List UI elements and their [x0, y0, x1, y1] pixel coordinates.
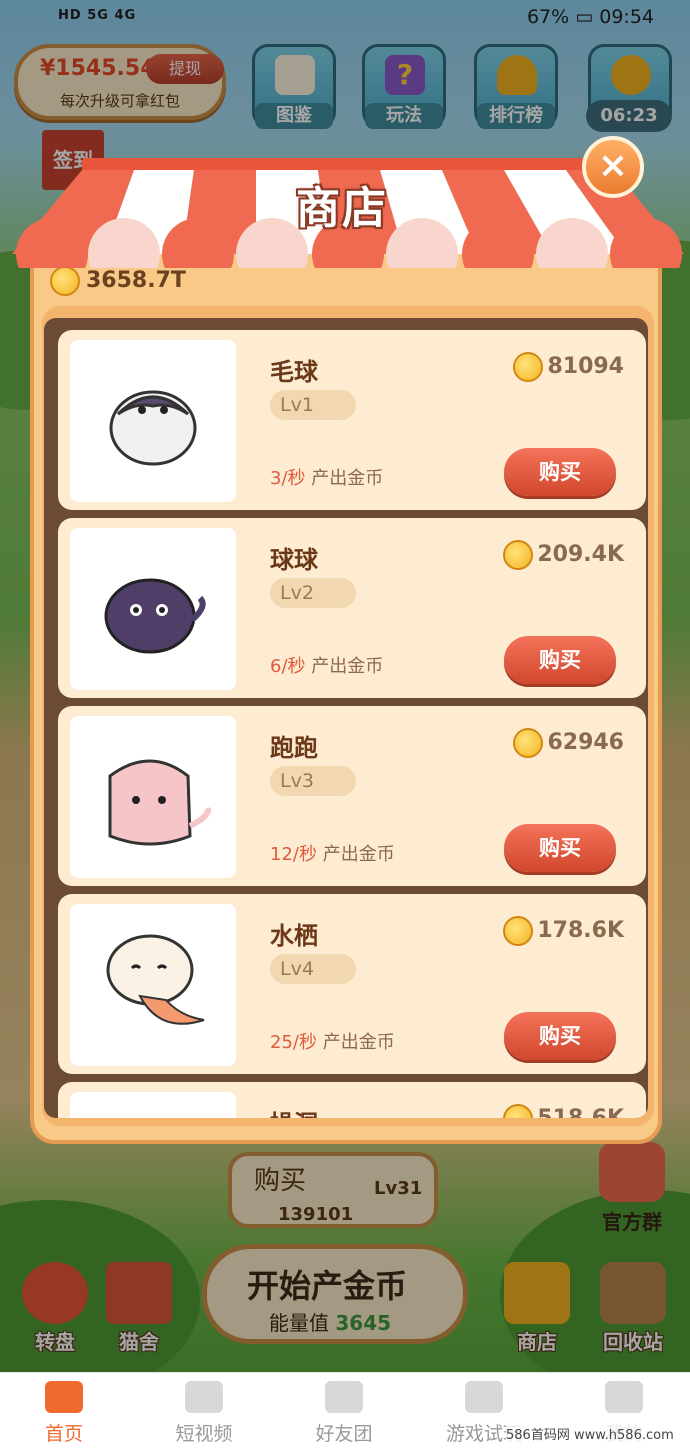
item-level: Lv1 — [270, 390, 356, 420]
item-name: 水栖 — [270, 922, 318, 950]
item-level: Lv2 — [270, 578, 356, 608]
cat-thumbnail — [70, 340, 236, 502]
coin-icon — [503, 916, 534, 946]
tab-home-label: 首页 — [44, 1423, 83, 1445]
castle-icon — [45, 1381, 83, 1413]
item-level: Lv4 — [270, 954, 356, 984]
cat-thumbnail — [70, 528, 236, 690]
rate-value: 12/秒 — [270, 844, 317, 865]
coin-icon — [503, 1104, 534, 1118]
coin-icon — [513, 352, 544, 382]
buy-button[interactable]: 购买 — [504, 636, 616, 684]
item-rate: 25/秒 产出金币 — [270, 1028, 395, 1054]
item-level: Lv3 — [270, 766, 356, 796]
tab-friends-label: 好友团 — [315, 1423, 373, 1445]
shop-item: 操洞 518.6K — [58, 1082, 646, 1118]
rate-value: 25/秒 — [270, 1032, 317, 1053]
shop-modal: 3658.7T 毛球 Lv1 3/秒 产出金币 81094 购买 球球 Lv2 … — [30, 228, 662, 1144]
buy-button[interactable]: 购买 — [504, 1012, 616, 1060]
price-value: 178.6K — [537, 918, 624, 943]
shop-item: 球球 Lv2 6/秒 产出金币 209.4K 购买 — [58, 518, 646, 698]
price-value: 518.6K — [537, 1106, 624, 1118]
rate-value: 3/秒 — [270, 468, 306, 489]
price-value: 209.4K — [537, 542, 624, 567]
video-camera-icon — [185, 1381, 223, 1413]
buy-button[interactable]: 购买 — [504, 448, 616, 496]
rate-suffix: 产出金币 — [322, 1032, 395, 1053]
item-name: 球球 — [270, 546, 318, 574]
item-rate: 3/秒 产出金币 — [270, 464, 383, 490]
mermaid-cat-image — [106, 934, 205, 1025]
shop-item: 跑跑 Lv3 12/秒 产出金币 62946 购买 — [58, 706, 646, 886]
close-icon[interactable]: × — [582, 136, 644, 198]
shop-item: 毛球 Lv1 3/秒 产出金币 81094 购买 — [58, 330, 646, 510]
watermark: 586首码网 www.h586.com — [506, 1424, 674, 1443]
item-price: 518.6K — [503, 1104, 624, 1118]
rate-suffix: 产出金币 — [322, 844, 395, 865]
item-rate: 6/秒 产出金币 — [270, 652, 383, 678]
price-value: 81094 — [547, 354, 624, 379]
tab-videos-label: 短视频 — [175, 1423, 233, 1445]
tab-friends[interactable]: 好友团 — [294, 1381, 394, 1446]
item-price: 62946 — [513, 728, 624, 758]
item-price: 81094 — [513, 352, 624, 382]
gamepad-icon — [465, 1381, 503, 1413]
shop-list[interactable]: 毛球 Lv1 3/秒 产出金币 81094 购买 球球 Lv2 6/秒 产出金币… — [44, 318, 648, 1118]
item-name: 毛球 — [270, 358, 318, 386]
coin-icon — [503, 540, 534, 570]
rate-suffix: 产出金币 — [311, 468, 384, 489]
tab-videos[interactable]: 短视频 — [154, 1381, 254, 1446]
cat-thumbnail — [70, 1092, 236, 1118]
item-rate: 12/秒 产出金币 — [270, 840, 395, 866]
rate-suffix: 产出金币 — [311, 656, 384, 677]
coin-icon — [50, 266, 80, 296]
rate-value: 6/秒 — [270, 656, 306, 677]
egg-cat-image — [109, 390, 197, 466]
shop-title: 商店 — [296, 183, 388, 234]
cat-thumbnail — [70, 904, 236, 1066]
buy-button[interactable]: 购买 — [504, 824, 616, 872]
pink-cat-image — [108, 759, 212, 846]
purple-cat-image — [104, 578, 206, 654]
coin-total: 3658.7T — [50, 266, 186, 296]
shop-item: 水栖 Lv4 25/秒 产出金币 178.6K 购买 — [58, 894, 646, 1074]
cat-face-icon — [605, 1381, 643, 1413]
price-value: 62946 — [547, 730, 624, 755]
cat-thumbnail — [70, 716, 236, 878]
item-price: 209.4K — [503, 540, 624, 570]
paw-icon — [325, 1381, 363, 1413]
item-name: 操洞 — [270, 1104, 318, 1118]
coin-total-value: 3658.7T — [86, 268, 186, 293]
item-price: 178.6K — [503, 916, 624, 946]
item-name: 跑跑 — [270, 734, 318, 762]
coin-icon — [513, 728, 544, 758]
tab-home[interactable]: 首页 — [14, 1381, 114, 1446]
